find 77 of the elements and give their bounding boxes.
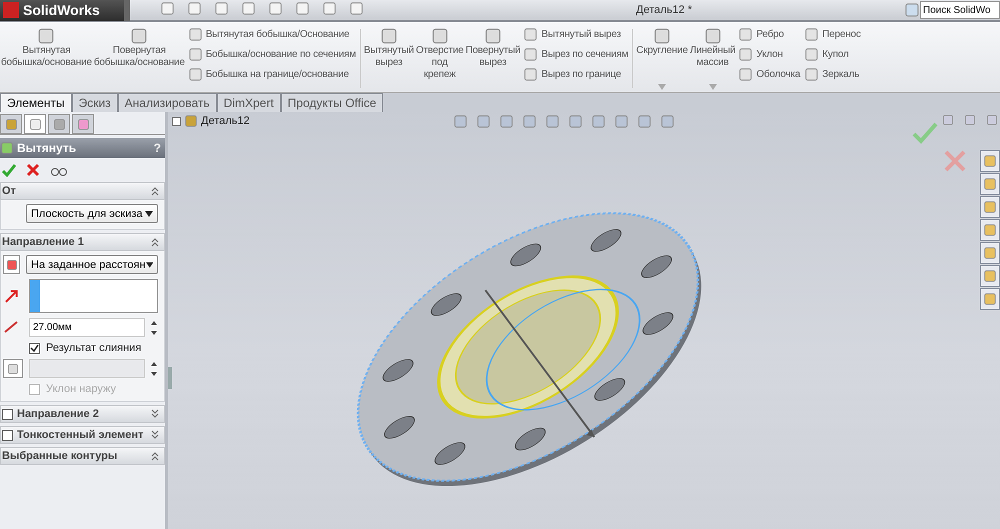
selection-field[interactable] bbox=[28, 279, 158, 313]
logo-icon bbox=[2, 1, 20, 19]
section-title: Направление 2 bbox=[17, 408, 99, 420]
tab[interactable]: Анализировать bbox=[118, 93, 217, 112]
collapse-icon[interactable] bbox=[150, 237, 160, 247]
collapse-icon[interactable] bbox=[150, 451, 160, 461]
ribbon-item[interactable]: Бобышка/основание по сечениям bbox=[188, 47, 356, 62]
tree-item[interactable]: Деталь12 bbox=[201, 115, 250, 127]
logo-text: SolidWorks bbox=[23, 2, 100, 18]
ribbon-item[interactable]: Ребро bbox=[738, 27, 800, 42]
section-header[interactable]: Направление 1 bbox=[0, 233, 165, 251]
task-pane-button[interactable] bbox=[980, 288, 1000, 310]
ribbon-item[interactable]: Оболочка bbox=[738, 67, 800, 82]
spin-buttons[interactable] bbox=[151, 360, 157, 376]
expand-icon[interactable] bbox=[172, 116, 181, 126]
property-manager-title: Вытянуть bbox=[17, 141, 76, 155]
checkmark-icon bbox=[2, 163, 16, 177]
tab[interactable]: Эскиз bbox=[72, 93, 118, 112]
tab[interactable]: Продукты Office bbox=[280, 93, 384, 112]
dropdown[interactable]: Плоскость для эскиза bbox=[26, 204, 158, 223]
spin-buttons[interactable] bbox=[151, 320, 157, 336]
checkbox[interactable] bbox=[2, 430, 13, 440]
ribbon-button[interactable]: Отверстие под крепеж bbox=[414, 25, 464, 92]
section-header[interactable]: От bbox=[0, 182, 165, 200]
ribbon-item[interactable]: Вытянутая бобышка/Основание bbox=[188, 27, 356, 42]
tab[interactable]: DimXpert bbox=[216, 93, 281, 112]
ribbon-item[interactable]: Зеркаль bbox=[804, 67, 861, 82]
section-title: Выбранные контуры bbox=[2, 450, 118, 462]
caret-icon bbox=[146, 262, 153, 268]
reverse-direction-button[interactable] bbox=[3, 255, 20, 274]
panel-tab[interactable] bbox=[24, 114, 46, 134]
section-title: Тонкостенный элемент bbox=[17, 429, 144, 441]
ribbon-button[interactable]: Вытянутая бобышка/основание bbox=[0, 25, 93, 92]
panel-tab[interactable] bbox=[72, 114, 94, 134]
task-pane-button[interactable] bbox=[980, 219, 1000, 241]
ribbon-item[interactable]: Перенос bbox=[804, 27, 861, 42]
draft-button[interactable] bbox=[3, 359, 23, 378]
task-pane-button[interactable] bbox=[980, 242, 1000, 264]
distance-field[interactable]: 27.00мм bbox=[29, 318, 145, 337]
panel-tab[interactable] bbox=[48, 114, 70, 134]
checkbox[interactable] bbox=[2, 408, 13, 420]
section-header[interactable]: Направление 2 bbox=[0, 405, 165, 423]
section-title: Направление 1 bbox=[2, 236, 84, 248]
task-pane-button[interactable] bbox=[980, 150, 1000, 172]
ribbon-item[interactable]: Купол bbox=[804, 47, 861, 62]
expand-icon[interactable] bbox=[150, 430, 160, 440]
checkbox-label: Уклон наружу bbox=[46, 383, 116, 395]
ribbon-button[interactable]: Скругление bbox=[635, 25, 689, 92]
panel-tab[interactable] bbox=[0, 114, 22, 134]
section-title: От bbox=[2, 185, 16, 197]
checkbox[interactable] bbox=[29, 342, 40, 354]
ribbon-item[interactable]: Вытянутый вырез bbox=[523, 27, 628, 42]
expand-icon[interactable] bbox=[150, 409, 160, 419]
confirm-checkmark-icon[interactable] bbox=[912, 122, 938, 144]
graphics-viewport[interactable]: Деталь12 bbox=[168, 112, 1000, 529]
search-field[interactable]: Поиск SolidWo bbox=[920, 1, 1000, 19]
ribbon-item[interactable]: Вырез по границе bbox=[523, 67, 628, 82]
section-header[interactable]: Тонкостенный элемент bbox=[0, 426, 165, 444]
task-pane-button[interactable] bbox=[980, 265, 1000, 287]
task-pane-button[interactable] bbox=[980, 196, 1000, 218]
ok-button[interactable] bbox=[2, 163, 16, 177]
dropdown[interactable]: На заданное расстоян bbox=[26, 255, 158, 274]
ribbon-button[interactable]: Повернутая бобышка/основание bbox=[92, 25, 186, 92]
caret-icon bbox=[145, 210, 153, 216]
ribbon-button[interactable]: Вытянутый вырез bbox=[362, 25, 415, 92]
app-logo[interactable]: SolidWorks bbox=[0, 0, 124, 21]
document-title: Деталь12 * bbox=[635, 4, 692, 16]
section-header[interactable]: Выбранные контуры bbox=[0, 447, 165, 465]
ribbon-button[interactable]: Линейный массив bbox=[688, 25, 736, 92]
tab[interactable]: Элементы bbox=[0, 93, 72, 112]
checkbox-label: Результат слияния bbox=[46, 342, 142, 354]
collapse-icon[interactable] bbox=[150, 186, 160, 196]
ribbon-item[interactable]: Бобышка на границе/основание bbox=[188, 67, 356, 82]
task-pane-button[interactable] bbox=[980, 173, 1000, 195]
ribbon-item[interactable]: Вырез по сечениям bbox=[523, 47, 628, 62]
ribbon-item[interactable]: Уклон bbox=[738, 47, 800, 62]
ribbon-button[interactable]: Повернутый вырез bbox=[464, 25, 522, 92]
